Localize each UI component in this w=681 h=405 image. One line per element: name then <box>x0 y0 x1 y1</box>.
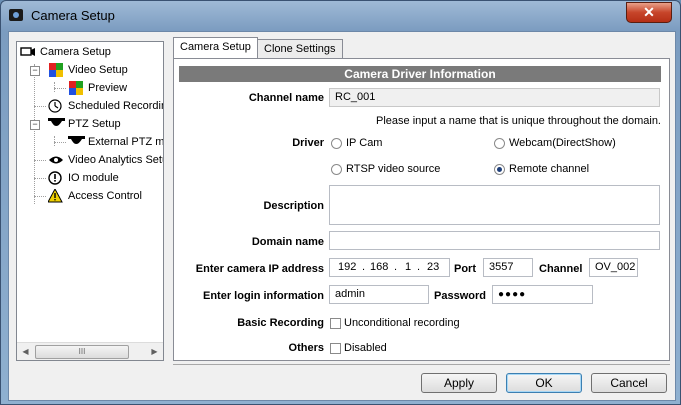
channel-name-field[interactable]: RC_001 <box>329 88 660 107</box>
tree-guide-line <box>54 82 55 92</box>
title-bar[interactable]: Camera Setup ✕ <box>1 1 680 31</box>
channel-field[interactable]: OV_002 <box>589 258 638 277</box>
ptz-icon <box>48 117 65 131</box>
scroll-right-arrow-icon[interactable]: ▶ <box>146 343 163 360</box>
scroll-thumb[interactable]: III <box>35 345 129 359</box>
window-title: Camera Setup <box>31 8 115 23</box>
description-label: Description <box>263 200 324 212</box>
ok-button[interactable]: OK <box>506 373 582 393</box>
tree-horizontal-scrollbar[interactable]: ◀ III ▶ <box>17 342 163 360</box>
ip-octet-4[interactable]: 23 <box>427 259 439 276</box>
domain-name-label: Domain name <box>251 236 324 248</box>
tree-guide-line <box>54 136 55 146</box>
ip-dot: . <box>394 261 398 273</box>
ip-octet-3[interactable]: 1 <box>405 259 411 276</box>
clock-icon <box>48 99 64 113</box>
password-field[interactable]: ●●●● <box>492 285 593 304</box>
ip-address-field[interactable]: 192 . 168 . 1 . 23 <box>329 258 450 277</box>
close-button[interactable]: ✕ <box>626 2 672 23</box>
eye-icon <box>48 153 64 167</box>
divider <box>173 364 670 365</box>
tree-guide-line <box>34 160 46 161</box>
ip-octet-1[interactable]: 192 <box>338 259 356 276</box>
description-textarea[interactable] <box>329 185 660 225</box>
login-label: Enter login information <box>203 290 324 302</box>
app-camera-icon <box>9 9 23 21</box>
section-header: Camera Driver Information <box>179 66 661 82</box>
tree-expander-ptz-setup[interactable]: − <box>30 120 40 130</box>
apply-button[interactable]: Apply <box>421 373 497 393</box>
video-setup-icon <box>48 63 64 77</box>
camera-setup-panel: Camera Driver Information Channel name R… <box>173 58 670 361</box>
disabled-label: Disabled <box>344 342 387 354</box>
driver-rtsp-label: RTSP video source <box>346 163 441 175</box>
tree-guide-line <box>54 88 66 89</box>
disabled-checkbox[interactable] <box>330 343 341 354</box>
password-label: Password <box>434 290 486 302</box>
others-label: Others <box>288 342 324 354</box>
port-field[interactable]: 3557 <box>483 258 533 277</box>
tree-guide-line <box>34 106 46 107</box>
basic-recording-label: Basic Recording <box>237 317 324 329</box>
tree-guide-line <box>54 142 66 143</box>
tree-guide-line <box>34 196 46 197</box>
driver-ipcam-radio[interactable] <box>331 138 342 149</box>
driver-ipcam-label: IP Cam <box>346 137 383 149</box>
driver-label: Driver <box>292 137 324 149</box>
driver-rtsp-radio[interactable] <box>331 164 342 175</box>
tab-clone-settings[interactable]: Clone Settings <box>257 39 343 59</box>
channel-label: Channel <box>539 263 583 275</box>
username-field[interactable]: admin <box>329 285 429 304</box>
driver-remote-channel-label: Remote channel <box>509 163 590 175</box>
port-label: Port <box>454 263 476 275</box>
dialog-client: Camera Setup − Video Setup Preview Sched… <box>8 31 676 401</box>
scroll-left-arrow-icon[interactable]: ◀ <box>17 343 34 360</box>
unconditional-recording-label: Unconditional recording <box>344 317 460 329</box>
channel-name-label: Channel name <box>248 92 324 104</box>
cancel-button[interactable]: Cancel <box>591 373 667 393</box>
camera-icon <box>20 45 36 59</box>
settings-tree: Camera Setup − Video Setup Preview Sched… <box>16 41 164 361</box>
driver-webcam-radio[interactable] <box>494 138 505 149</box>
ip-dot: . <box>362 261 366 273</box>
domain-name-field[interactable] <box>329 231 660 250</box>
camera-setup-window: Camera Setup ✕ Camera Setup − Video Setu… <box>0 0 681 405</box>
ip-address-label: Enter camera IP address <box>195 263 324 275</box>
driver-remote-channel-radio[interactable] <box>494 164 505 175</box>
ip-octet-2[interactable]: 168 <box>370 259 388 276</box>
preview-icon <box>68 81 84 95</box>
tree-expander-video-setup[interactable]: − <box>30 66 40 76</box>
warning-icon <box>47 187 64 203</box>
tree-guide-line <box>34 64 35 204</box>
channel-name-hint: Please input a name that is unique throu… <box>376 115 661 127</box>
tree-guide-line <box>34 178 46 179</box>
io-icon <box>48 171 64 185</box>
tab-camera-setup[interactable]: Camera Setup <box>173 37 258 59</box>
ip-dot: . <box>417 261 421 273</box>
driver-webcam-label: Webcam(DirectShow) <box>509 137 616 149</box>
unconditional-recording-checkbox[interactable] <box>330 318 341 329</box>
ptz-camera-icon <box>68 135 85 149</box>
